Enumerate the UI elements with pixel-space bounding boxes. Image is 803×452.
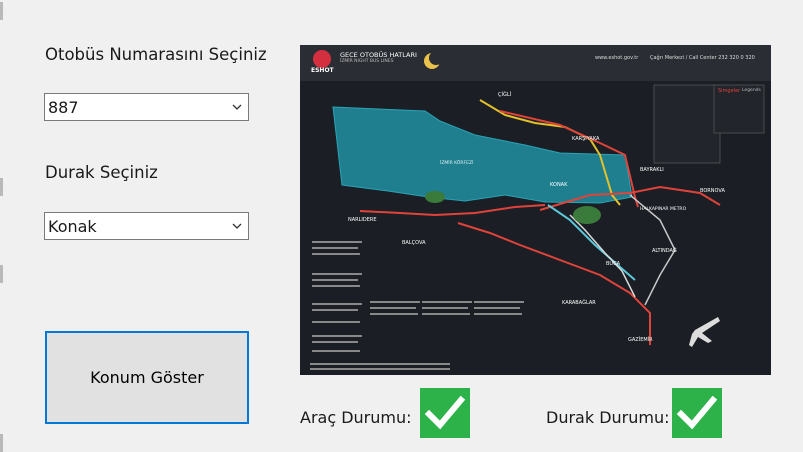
- chevron-down-icon: [232, 104, 242, 110]
- map-website: www.eshot.gov.tr: [595, 55, 639, 61]
- window-edge-mark: [0, 178, 3, 196]
- map-place: ÇİĞLİ: [498, 92, 512, 98]
- night-bus-map-image: ESHOT GECE OTOBÜS HATLARI İZMİR NIGHT BU…: [300, 45, 771, 375]
- stop-value: Konak: [48, 217, 97, 236]
- map-call-center: Çağrı Merkezi / Call Center 232 320 0 32…: [650, 55, 755, 61]
- map-title: GECE OTOBÜS HATLARI: [340, 51, 417, 59]
- map-brand: ESHOT: [311, 67, 334, 74]
- window-edge-mark: [0, 2, 3, 20]
- bus-number-select[interactable]: 887: [44, 93, 249, 121]
- map-place: ALTINDAĞ: [652, 248, 677, 254]
- map-legend-title: Simgeler: [718, 88, 741, 94]
- map-place: NARLIDERE: [348, 217, 377, 223]
- map-place: KARŞIYAKA: [572, 136, 600, 142]
- map-place: KARABAĞLAR: [562, 300, 596, 306]
- stop-select[interactable]: Konak: [44, 212, 249, 240]
- stop-status-label: Durak Durumu:: [546, 408, 670, 427]
- bus-number-value: 887: [48, 98, 79, 117]
- bus-number-label: Otobüs Numarasını Seçiniz: [45, 45, 267, 64]
- stop-label: Durak Seçiniz: [45, 163, 158, 182]
- map-place: BALÇOVA: [402, 240, 426, 246]
- map-place: BUCA: [606, 261, 621, 267]
- map-place: KONAK: [550, 182, 568, 188]
- vehicle-status-label: Araç Durumu:: [300, 408, 412, 427]
- stop-status-check-icon: [672, 388, 722, 438]
- map-place: BAYRAKLI: [640, 167, 664, 173]
- chevron-down-icon: [232, 223, 242, 229]
- window-edge-mark: [0, 434, 3, 452]
- window-edge-mark: [0, 265, 3, 283]
- map-graphic: [300, 45, 771, 375]
- vehicle-status-check-icon: [420, 388, 470, 438]
- map-place: BORNOVA: [700, 188, 725, 194]
- map-place: GAZİEMİR: [628, 337, 653, 343]
- map-place: HALKAPINAR METRO: [640, 207, 687, 212]
- map-subtitle: İZMİR NIGHT BUS LINES: [340, 59, 394, 64]
- show-location-button[interactable]: Konum Göster: [45, 331, 249, 424]
- map-place: İZMİR KÖRFEZİ: [440, 161, 474, 166]
- map-legend-sub: Legends: [742, 88, 761, 93]
